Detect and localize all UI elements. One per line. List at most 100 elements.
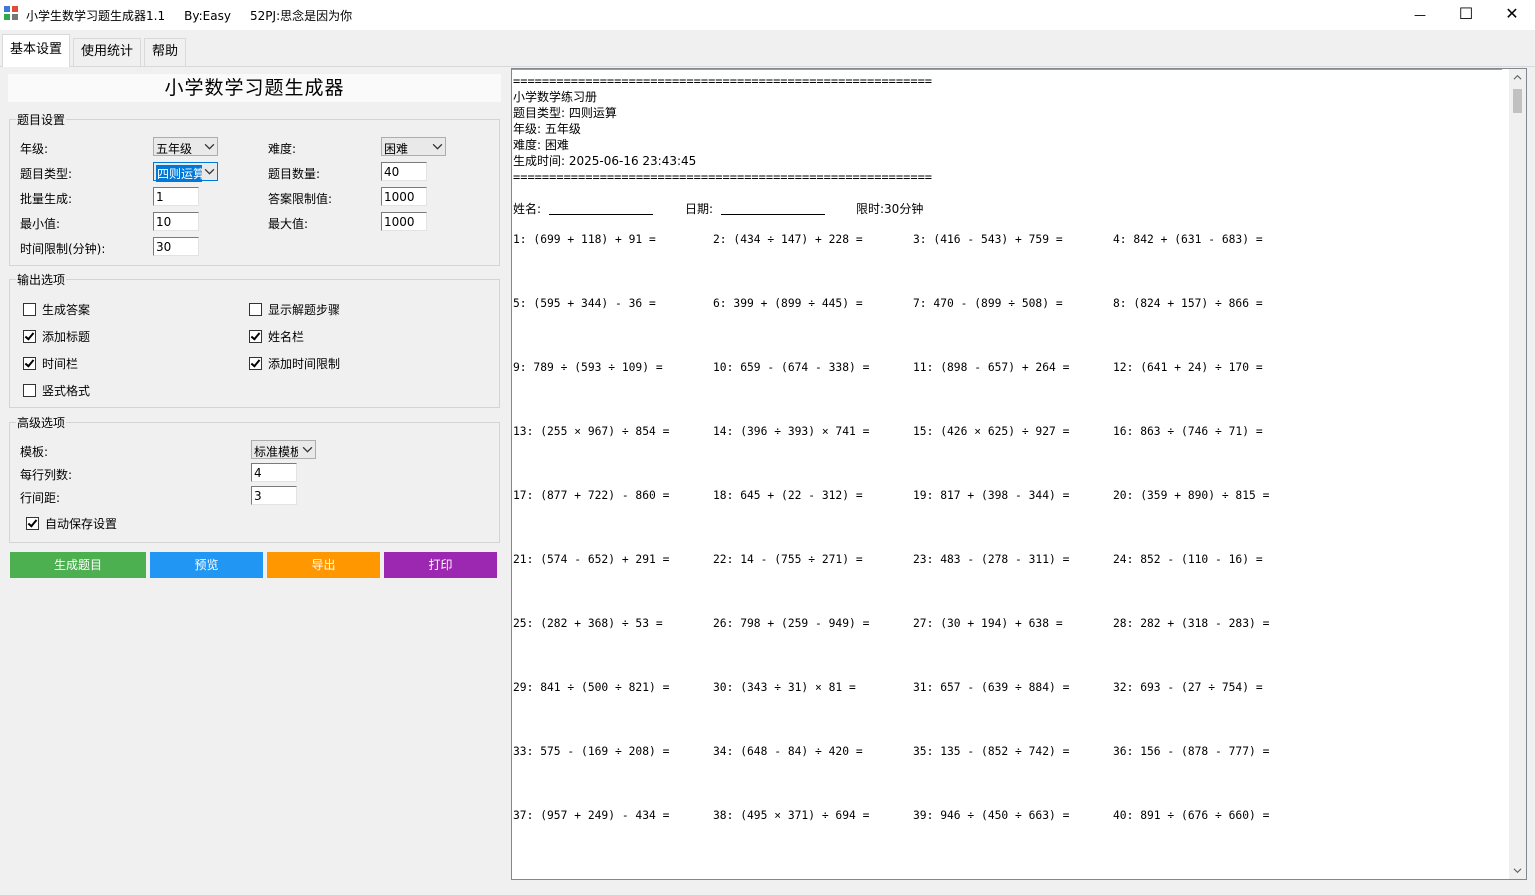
- question-count-input[interactable]: 40: [381, 162, 427, 181]
- problem-item: 11: (898 - 657) + 264 =: [913, 361, 1070, 374]
- checkbox-icon: [23, 303, 36, 316]
- problem-item: 14: (396 ÷ 393) × 741 =: [713, 425, 870, 438]
- columns-per-row-input[interactable]: 4: [251, 463, 297, 482]
- scroll-up-icon[interactable]: [1513, 73, 1522, 82]
- separator-line: ========================================…: [513, 74, 933, 88]
- checkbox-icon: [23, 384, 36, 397]
- vertical-format-text: 竖式格式: [42, 384, 91, 398]
- grade-select[interactable]: 五年级: [153, 137, 218, 156]
- problem-item: 10: 659 - (674 - 338) =: [713, 361, 870, 374]
- advanced-options-group: 高级选项 模板: 标准模板 每行列数: 4 行间距: 3 自动保存设置: [9, 414, 500, 543]
- answer-limit-label: 答案限制值:: [268, 192, 333, 206]
- name-underline: [549, 214, 653, 215]
- time-limit-label: 时间限制(分钟):: [20, 242, 106, 256]
- close-icon: ✕: [1505, 4, 1519, 23]
- add-time-limit-text: 添加时间限制: [268, 357, 341, 371]
- checkbox-icon: [249, 303, 262, 316]
- problem-item: 33: 575 - (169 ÷ 208) =: [513, 745, 670, 758]
- separator-line: ========================================…: [513, 170, 933, 184]
- problem-item: 9: 789 ÷ (593 ÷ 109) =: [513, 361, 663, 374]
- settings-panel: 小学数学习题生成器 题目设置 年级: 五年级 难度: 困难 题目类型: 四则运算…: [0, 66, 507, 895]
- worksheet-grade-line: 年级: 五年级: [513, 122, 581, 136]
- problem-item: 28: 282 + (318 - 283) =: [1113, 617, 1270, 630]
- maximize-button[interactable]: ☐: [1443, 0, 1489, 30]
- question-type-select[interactable]: 四则运算: [153, 162, 218, 182]
- preview-top-border: [512, 69, 1502, 70]
- problem-item: 1: (699 + 118) + 91 =: [513, 233, 656, 246]
- auto-save-checkbox[interactable]: 自动保存设置: [26, 515, 117, 532]
- tab-help[interactable]: 帮助: [144, 38, 187, 66]
- min-value-input[interactable]: 10: [153, 212, 199, 231]
- name-field-checkbox[interactable]: 姓名栏: [249, 328, 304, 345]
- columns-per-row-label: 每行列数:: [20, 468, 73, 482]
- question-count-label: 题目数量:: [268, 167, 321, 181]
- question-settings-group: 题目设置 年级: 五年级 难度: 困难 题目类型: 四则运算 题目数量: 40 …: [9, 111, 500, 266]
- problem-item: 36: 156 - (878 - 777) =: [1113, 745, 1270, 758]
- name-field-label: 姓名:: [513, 202, 542, 216]
- problem-item: 22: 14 - (755 ÷ 271) =: [713, 553, 863, 566]
- grade-value: 五年级: [156, 142, 193, 156]
- scroll-down-icon[interactable]: [1513, 866, 1522, 875]
- difficulty-value: 困难: [384, 142, 409, 156]
- vertical-format-checkbox[interactable]: 竖式格式: [23, 382, 90, 399]
- advanced-options-label: 高级选项: [16, 414, 67, 431]
- preview-button[interactable]: 预览: [150, 552, 263, 578]
- add-time-limit-checkbox[interactable]: 添加时间限制: [249, 355, 340, 372]
- problem-item: 29: 841 ÷ (500 ÷ 821) =: [513, 681, 670, 694]
- tab-basic-settings[interactable]: 基本设置: [2, 34, 71, 67]
- problem-item: 2: (434 ÷ 147) + 228 =: [713, 233, 863, 246]
- scrollbar-thumb[interactable]: [1513, 89, 1522, 113]
- answer-limit-input[interactable]: 1000: [381, 187, 427, 206]
- preview-textarea[interactable]: ========================================…: [511, 68, 1527, 880]
- close-button[interactable]: ✕: [1489, 0, 1535, 30]
- worksheet-type-line: 题目类型: 四则运算: [513, 106, 617, 120]
- problem-item: 16: 863 ÷ (746 ÷ 71) =: [1113, 425, 1263, 438]
- question-type-value: 四则运算: [156, 165, 202, 182]
- window-title: 小学生数学习题生成器1.1 By:Easy 52PJ:思念是因为你: [26, 9, 353, 23]
- min-value-label: 最小值:: [20, 217, 61, 231]
- add-title-checkbox[interactable]: 添加标题: [23, 328, 90, 345]
- problem-item: 7: 470 - (899 ÷ 508) =: [913, 297, 1063, 310]
- line-spacing-input[interactable]: 3: [251, 486, 297, 505]
- time-limit-input[interactable]: 30: [153, 237, 199, 256]
- problem-item: 12: (641 + 24) ÷ 170 =: [1113, 361, 1263, 374]
- problem-item: 30: (343 ÷ 31) × 81 =: [713, 681, 856, 694]
- vertical-scrollbar[interactable]: [1509, 69, 1526, 879]
- problem-item: 20: (359 + 890) ÷ 815 =: [1113, 489, 1270, 502]
- worksheet-generated-line: 生成时间: 2025-06-16 23:43:45: [513, 154, 697, 168]
- checkmark-icon: [249, 357, 262, 370]
- date-field-label: 日期:: [685, 202, 714, 216]
- show-steps-checkbox[interactable]: 显示解题步骤: [249, 301, 340, 318]
- line-spacing-label: 行间距:: [20, 491, 61, 505]
- name-field-text: 姓名栏: [268, 330, 305, 344]
- problem-item: 19: 817 + (398 - 344) =: [913, 489, 1070, 502]
- template-value: 标准模板: [254, 445, 298, 459]
- problem-item: 15: (426 × 625) ÷ 927 =: [913, 425, 1070, 438]
- worksheet-difficulty-line: 难度: 困难: [513, 138, 569, 152]
- problem-item: 40: 891 ÷ (676 ÷ 660) =: [1113, 809, 1270, 822]
- checkmark-icon: [26, 517, 39, 530]
- max-value-label: 最大值:: [268, 217, 309, 231]
- chevron-down-icon: [432, 143, 443, 150]
- generate-button[interactable]: 生成题目: [10, 552, 146, 578]
- template-select[interactable]: 标准模板: [251, 440, 316, 459]
- batch-generate-label: 批量生成:: [20, 192, 73, 206]
- problem-item: 3: (416 - 543) + 759 =: [913, 233, 1063, 246]
- batch-generate-input[interactable]: 1: [153, 187, 199, 206]
- generate-answers-checkbox[interactable]: 生成答案: [23, 301, 90, 318]
- checkmark-icon: [249, 330, 262, 343]
- problem-item: 4: 842 + (631 - 683) =: [1113, 233, 1263, 246]
- problem-item: 35: 135 - (852 ÷ 742) =: [913, 745, 1070, 758]
- problem-item: 39: 946 ÷ (450 ÷ 663) =: [913, 809, 1070, 822]
- minimize-button[interactable]: —: [1397, 0, 1443, 30]
- problem-item: 25: (282 + 368) ÷ 53 =: [513, 617, 663, 630]
- export-button[interactable]: 导出: [267, 552, 380, 578]
- max-value-input[interactable]: 1000: [381, 212, 427, 231]
- show-steps-text: 显示解题步骤: [268, 303, 341, 317]
- time-field-text: 时间栏: [42, 357, 79, 371]
- problem-item: 31: 657 - (639 ÷ 884) =: [913, 681, 1070, 694]
- tab-usage-stats[interactable]: 使用统计: [73, 38, 142, 66]
- time-field-checkbox[interactable]: 时间栏: [23, 355, 78, 372]
- print-button[interactable]: 打印: [384, 552, 497, 578]
- difficulty-select[interactable]: 困难: [381, 137, 446, 156]
